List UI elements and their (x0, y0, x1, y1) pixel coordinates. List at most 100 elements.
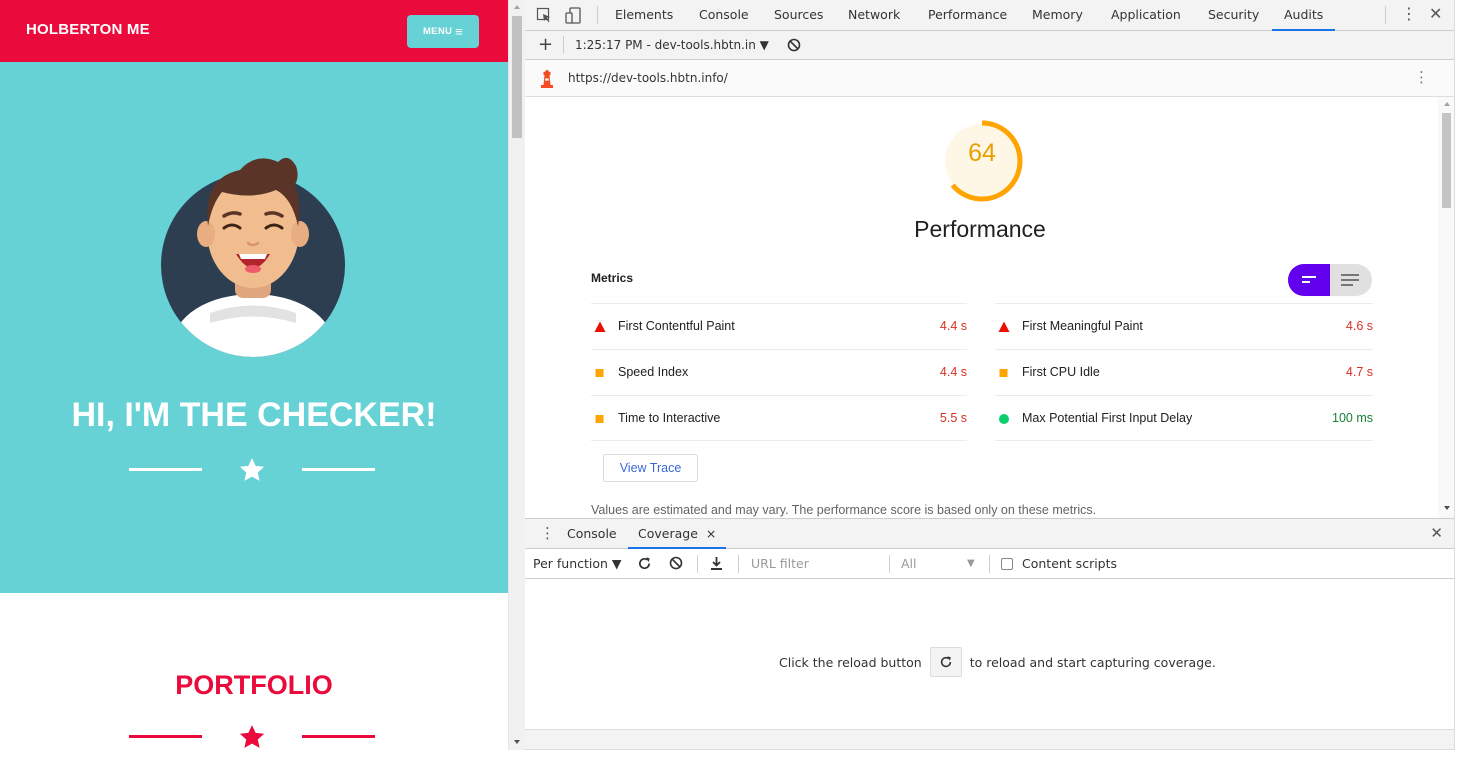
type-filter-select[interactable]: All (901, 556, 917, 571)
device-toolbar-icon[interactable] (565, 7, 583, 24)
metric-row: First Meaningful Paint 4.6 s (995, 303, 1373, 349)
average-square-icon (595, 369, 604, 377)
divider-line-left (129, 735, 202, 738)
audit-session-select[interactable]: 1:25:17 PM - dev-tools.hbtn.in ▼ (575, 38, 769, 52)
tab-application[interactable]: Application (1111, 0, 1181, 31)
scroll-up-arrow-icon[interactable] (514, 5, 520, 9)
toolbar-separator (563, 36, 564, 54)
site-brand[interactable]: HOLBERTON ME (26, 21, 150, 38)
drawer-tab-coverage-label: Coverage (638, 526, 698, 541)
tab-sources[interactable]: Sources (774, 0, 823, 31)
reload-icon (940, 656, 951, 668)
clear-coverage-icon[interactable] (669, 556, 683, 570)
tab-performance[interactable]: Performance (928, 0, 1007, 31)
tab-console[interactable]: Console (699, 0, 749, 31)
drawer-tab-console[interactable]: Console (567, 519, 617, 549)
clear-all-icon[interactable] (787, 38, 801, 52)
content-scripts-checkbox[interactable] (1001, 558, 1013, 570)
metric-name: Time to Interactive (618, 411, 721, 425)
star-icon (239, 725, 265, 748)
audits-session-bar: + 1:25:17 PM - dev-tools.hbtn.in ▼ (525, 31, 1454, 60)
toolbar-separator (1385, 6, 1386, 24)
chevron-down-icon[interactable]: ▼ (967, 558, 975, 569)
average-square-icon (999, 369, 1008, 377)
report-url-bar: https://dev-tools.hbtn.info/ ⋮ (525, 60, 1454, 97)
tab-memory[interactable]: Memory (1032, 0, 1083, 31)
avatar (161, 157, 345, 357)
export-download-icon[interactable] (710, 556, 723, 571)
content-scripts-label[interactable]: Content scripts (1022, 556, 1117, 571)
report-scrollbar-thumb[interactable] (1442, 113, 1451, 208)
metric-value: 4.4 s (939, 365, 967, 379)
inspect-element-icon[interactable] (536, 7, 552, 23)
tab-security[interactable]: Security (1208, 0, 1259, 31)
coverage-body: Click the reload button to reload and st… (525, 579, 1454, 729)
menu-button-label: MENU (422, 26, 453, 37)
divider-line-left (129, 468, 202, 471)
tab-elements[interactable]: Elements (615, 0, 673, 31)
page-scrollbar-thumb[interactable] (512, 16, 522, 138)
metric-value: 5.5 s (939, 411, 967, 425)
drawer-tab-coverage[interactable]: Coverage × (628, 519, 727, 549)
screen: HOLBERTON ME MENU ≡ HI, I'M THE CHECKER!… (0, 0, 1467, 770)
page-scrollbar[interactable] (508, 0, 525, 750)
new-audit-plus-icon[interactable]: + (538, 34, 553, 55)
tab-audits[interactable]: Audits (1272, 0, 1336, 31)
performance-score: 64 (968, 139, 996, 167)
portfolio-title: PORTFOLIO (175, 670, 333, 700)
coverage-mode-select[interactable]: Per function ▼ (533, 556, 622, 571)
toolbar-separator (597, 6, 598, 24)
devtools-panel: Elements Console Sources Network Perform… (525, 0, 1455, 750)
devtools-tabbar: Elements Console Sources Network Perform… (525, 0, 1454, 31)
drawer-menu-icon[interactable]: ⋮ (540, 524, 555, 542)
site-header: HOLBERTON ME MENU ≡ (0, 0, 508, 62)
divider-line-right (302, 735, 375, 738)
message-before: Click the reload button (779, 654, 922, 670)
reload-icon[interactable] (637, 556, 652, 571)
scroll-up-arrow-icon[interactable] (1444, 102, 1450, 106)
metrics-label: Metrics (591, 271, 634, 285)
metrics-column-right: First Meaningful Paint 4.6 s First CPU Idl… (995, 303, 1373, 441)
metric-name: First Meaningful Paint (1022, 319, 1143, 333)
scroll-down-arrow-icon[interactable] (514, 740, 520, 744)
metric-name: Speed Index (618, 365, 689, 379)
star-icon (239, 458, 265, 481)
drawer-tabbar: ⋮ Console Coverage × ✕ (525, 518, 1454, 549)
tab-network[interactable]: Network (848, 0, 900, 31)
hero-section: HI, I'M THE CHECKER! (0, 62, 508, 593)
pass-circle-icon (999, 414, 1009, 424)
metric-value: 4.4 s (939, 319, 967, 333)
scroll-down-arrow-icon[interactable] (1444, 506, 1450, 510)
hamburger-icon: ≡ (455, 24, 464, 39)
devtools-more-icon[interactable]: ⋮ (1401, 4, 1417, 23)
coverage-empty-message: Click the reload button to reload and st… (779, 647, 1216, 677)
metric-value: 4.6 s (1345, 319, 1373, 333)
devtools-close-icon[interactable]: ✕ (1429, 4, 1442, 23)
inline-reload-button[interactable] (929, 647, 962, 677)
website-viewport: HOLBERTON ME MENU ≡ HI, I'M THE CHECKER!… (0, 0, 508, 750)
drawer-close-icon[interactable]: ✕ (1430, 524, 1443, 542)
menu-button[interactable]: MENU ≡ (407, 15, 479, 48)
report-scrollbar[interactable] (1438, 97, 1454, 518)
report-url[interactable]: https://dev-tools.hbtn.info/ (568, 71, 728, 85)
hero-title: HI, I'M THE CHECKER! (71, 396, 437, 434)
toolbar-separator (989, 555, 990, 573)
report-menu-icon[interactable]: ⋮ (1414, 68, 1429, 86)
metric-value: 4.7 s (1345, 365, 1373, 379)
metrics-disclaimer: Values are estimated and may vary. The p… (591, 503, 1097, 517)
audit-report: 64 Performance Metrics First Contentful … (525, 97, 1454, 518)
metrics-view-toggle[interactable] (1288, 264, 1372, 296)
toolbar-separator (697, 555, 698, 573)
hero-divider (129, 455, 375, 485)
coverage-status-bar (525, 729, 1454, 749)
metric-name: First Contentful Paint (618, 319, 735, 333)
toolbar-separator (889, 555, 890, 573)
tab-close-icon[interactable]: × (706, 526, 716, 541)
url-filter-input[interactable]: URL filter (751, 556, 809, 571)
metric-row: Time to Interactive 5.5 s (591, 395, 967, 441)
view-trace-button[interactable]: View Trace (603, 454, 698, 482)
metric-row: First Contentful Paint 4.4 s (591, 303, 967, 349)
metric-name: First CPU Idle (1022, 365, 1100, 379)
message-after: to reload and start capturing coverage. (969, 654, 1216, 670)
average-square-icon (595, 415, 604, 423)
